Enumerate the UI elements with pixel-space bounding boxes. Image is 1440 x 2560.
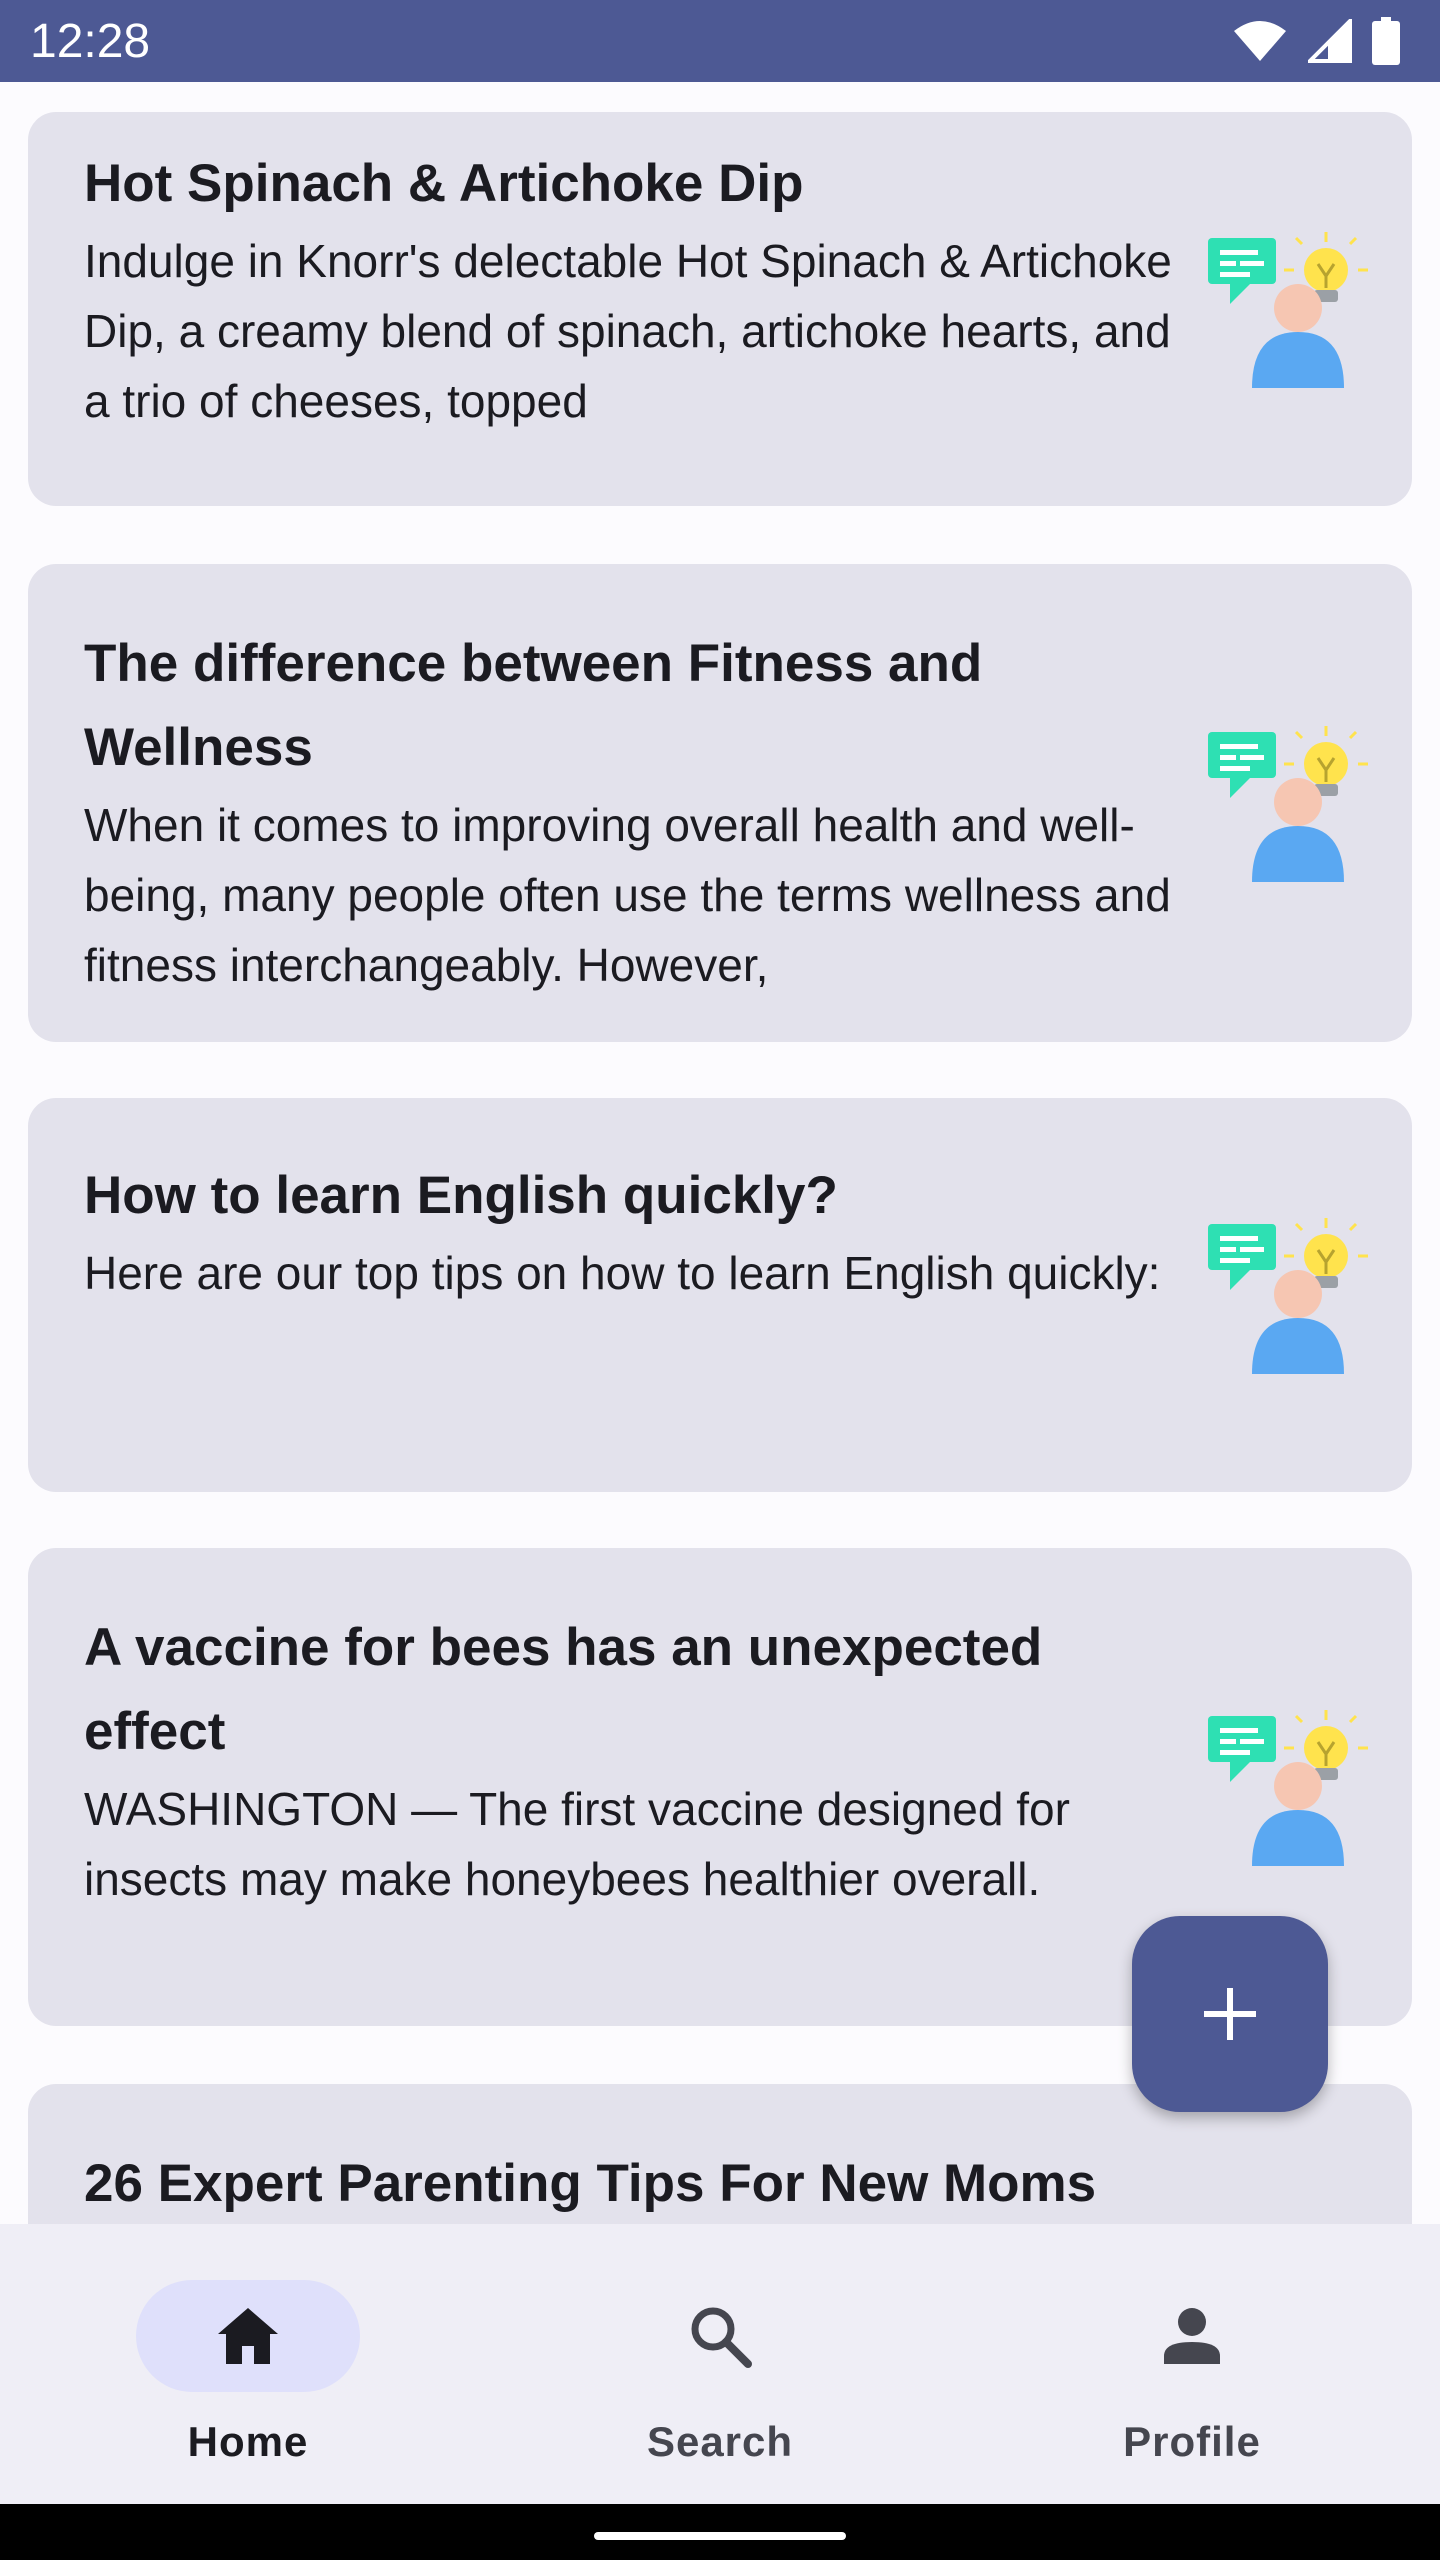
nav-item-home[interactable]: Home	[8, 2224, 488, 2504]
idea-person-icon	[1208, 1710, 1368, 1866]
card-body: WASHINGTON — The first vaccine designed …	[84, 1783, 1070, 1905]
idea-person-icon	[1208, 1218, 1368, 1374]
nav-label-home: Home	[187, 2418, 309, 2465]
list-item[interactable]: Hot Spinach & Artichoke Dip Indulge in K…	[28, 112, 1412, 506]
card-title: The difference between Fitness and Welln…	[84, 634, 983, 777]
bottom-navigation: Home Search Profile	[0, 2224, 1440, 2504]
status-icons	[1232, 17, 1400, 65]
app-screen: 12:28 Hot Spinach & Artichoke Dip Indulg…	[0, 0, 1440, 2560]
card-title: Hot Spinach & Artichoke Dip	[84, 154, 804, 213]
search-icon	[691, 2307, 752, 2368]
wifi-icon	[1234, 21, 1286, 61]
card-title: How to learn English quickly?	[84, 1166, 838, 1225]
home-icon	[218, 2308, 278, 2364]
card-body: Here are our top tips on how to learn En…	[84, 1247, 1161, 1299]
nav-pill	[1080, 2280, 1304, 2392]
card-title: 26 Expert Parenting Tips For New Moms	[84, 2154, 1097, 2213]
nav-item-search[interactable]: Search	[480, 2224, 960, 2504]
gesture-bar	[0, 2504, 1440, 2560]
list-item[interactable]: How to learn English quickly? Here are o…	[28, 1098, 1412, 1492]
list-item[interactable]: The difference between Fitness and Welln…	[28, 564, 1412, 1042]
status-time: 12:28	[30, 15, 151, 68]
card-body: When it comes to improving overall healt…	[84, 799, 1171, 991]
add-note-button[interactable]	[1132, 1916, 1328, 2112]
idea-person-icon	[1208, 232, 1368, 388]
signal-icon	[1308, 19, 1352, 63]
nav-item-profile[interactable]: Profile	[952, 2224, 1432, 2504]
person-icon	[1164, 2308, 1220, 2364]
nav-label-profile: Profile	[1123, 2418, 1261, 2465]
notes-list[interactable]: Hot Spinach & Artichoke Dip Indulge in K…	[0, 82, 1440, 2224]
nav-pill	[608, 2280, 832, 2392]
card-title: A vaccine for bees has an unexpected eff…	[84, 1618, 1043, 1761]
battery-icon	[1372, 17, 1400, 65]
idea-person-icon	[1208, 726, 1368, 882]
status-bar: 12:28	[0, 0, 1440, 82]
plus-icon	[1204, 1988, 1256, 2040]
nav-label-search: Search	[646, 2418, 794, 2465]
home-gesture-handle[interactable]	[594, 2532, 846, 2540]
card-body: Indulge in Knorr's delectable Hot Spinac…	[84, 235, 1172, 427]
nav-active-indicator	[136, 2280, 360, 2392]
